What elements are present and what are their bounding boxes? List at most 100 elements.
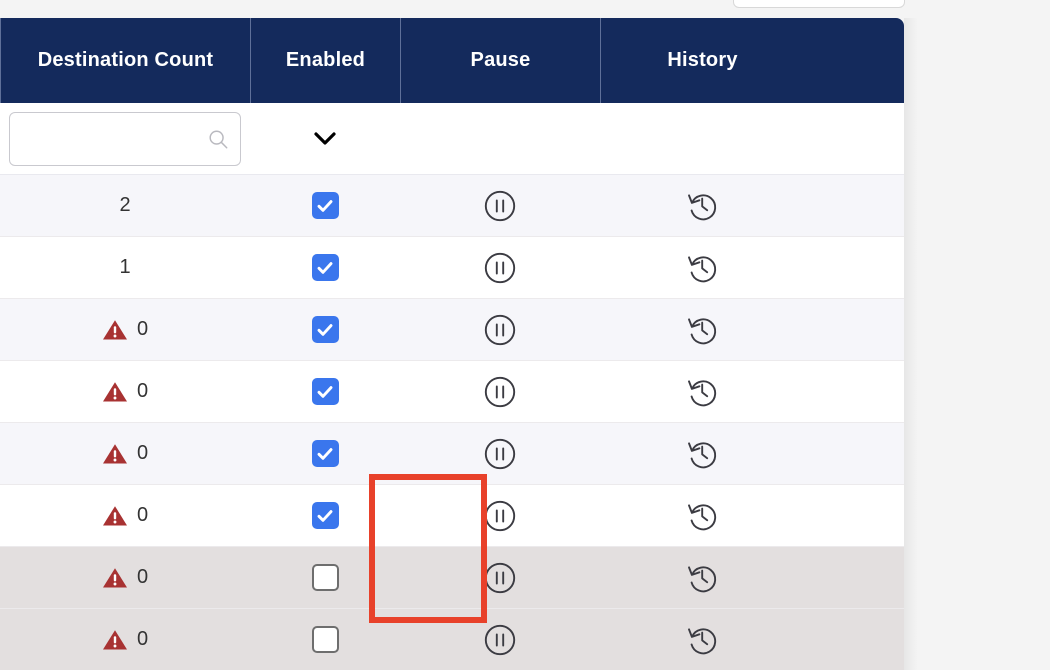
history-rewind-icon xyxy=(685,503,719,536)
table-filter-row xyxy=(0,103,904,175)
column-header-destination-count[interactable]: Destination Count xyxy=(0,18,250,103)
history-button[interactable] xyxy=(685,251,719,285)
destination-count-number: 0 xyxy=(136,504,149,526)
table-row[interactable]: s2 xyxy=(0,175,904,237)
destination-count-search-input[interactable] xyxy=(9,111,241,166)
cell-destination-count: 0 xyxy=(0,361,250,422)
destination-count-number: 0 xyxy=(136,442,149,464)
pause-button[interactable] xyxy=(483,437,517,471)
enabled-filter-dropdown-button[interactable] xyxy=(308,126,342,151)
column-header-pause[interactable]: Pause xyxy=(400,18,600,103)
app-root: Destination Count Enabled Pause History xyxy=(0,0,1050,670)
destination-count-value-wrapper: 0 xyxy=(102,566,148,590)
cell-enabled xyxy=(250,547,400,608)
cell-history xyxy=(600,361,804,422)
warning-triangle-icon xyxy=(102,566,128,590)
history-button[interactable] xyxy=(685,561,719,595)
pause-button[interactable] xyxy=(483,251,517,285)
pause-circle-icon xyxy=(483,314,517,350)
history-rewind-icon xyxy=(685,565,719,598)
table-row[interactable]: 0 xyxy=(0,423,904,485)
destination-count-value-wrapper: 0 xyxy=(102,504,148,528)
destination-count-value-wrapper: 0 xyxy=(102,380,148,404)
enabled-checkbox[interactable] xyxy=(311,626,339,653)
cell-history xyxy=(600,485,804,546)
pause-circle-icon xyxy=(483,376,517,412)
chevron-down-icon xyxy=(312,132,338,150)
destination-count-value-wrapper: 0 xyxy=(102,442,148,466)
history-rewind-icon xyxy=(685,379,719,412)
history-rewind-icon xyxy=(685,441,719,474)
cell-destination-count: 0 xyxy=(0,485,250,546)
table-row[interactable]: s 0 xyxy=(0,609,904,670)
enabled-checkbox[interactable] xyxy=(311,254,339,281)
routes-table-panel: Destination Count Enabled Pause History xyxy=(0,18,904,670)
enabled-checkbox[interactable] xyxy=(311,316,339,343)
filter-cell-destination-count xyxy=(0,103,250,174)
pause-button[interactable] xyxy=(483,189,517,223)
pause-button[interactable] xyxy=(483,623,517,657)
column-header-history[interactable]: History xyxy=(600,18,804,103)
enabled-checkbox[interactable] xyxy=(311,440,339,467)
destination-search-wrapper xyxy=(9,111,241,166)
cell-destination-count: 2 xyxy=(0,175,250,236)
cell-pause xyxy=(400,423,600,484)
enabled-checkbox[interactable] xyxy=(311,502,339,529)
warning-triangle-icon xyxy=(102,628,128,652)
history-button[interactable] xyxy=(685,313,719,347)
cell-destination-count: 0 xyxy=(0,547,250,608)
filter-cell-enabled xyxy=(250,103,400,174)
history-button[interactable] xyxy=(685,499,719,533)
cell-enabled xyxy=(250,299,400,360)
destination-count-number: 0 xyxy=(136,380,149,402)
destination-count-value-wrapper: 0 xyxy=(102,628,148,652)
pause-circle-icon xyxy=(483,252,517,288)
pause-button[interactable] xyxy=(483,375,517,409)
cell-destination-count: 0 xyxy=(0,609,250,670)
top-toolbar-control[interactable] xyxy=(733,0,905,8)
history-button[interactable] xyxy=(685,189,719,223)
table-body: s2 s1 s 0 0 0 0 s xyxy=(0,175,904,670)
table-row[interactable]: s1 xyxy=(0,237,904,299)
cell-enabled xyxy=(250,423,400,484)
table-row[interactable]: 0 xyxy=(0,361,904,423)
pause-button[interactable] xyxy=(483,313,517,347)
enabled-checkbox[interactable] xyxy=(311,192,339,219)
history-button[interactable] xyxy=(685,437,719,471)
destination-count-number: 0 xyxy=(136,628,149,650)
cell-history xyxy=(600,299,804,360)
enabled-checkbox[interactable] xyxy=(311,564,339,591)
enabled-checkbox[interactable] xyxy=(311,378,339,405)
cell-history xyxy=(600,423,804,484)
pause-circle-icon xyxy=(483,624,517,660)
table-row[interactable]: s 0 xyxy=(0,299,904,361)
history-rewind-icon xyxy=(685,193,719,226)
cell-history xyxy=(600,237,804,298)
warning-triangle-icon xyxy=(102,504,128,528)
destination-count-number: 0 xyxy=(136,318,149,340)
warning-triangle-icon xyxy=(102,442,128,466)
table-row[interactable]: s 0 xyxy=(0,547,904,609)
history-button[interactable] xyxy=(685,375,719,409)
history-rewind-icon xyxy=(685,627,719,660)
cell-destination-count: 1 xyxy=(0,237,250,298)
warning-triangle-icon xyxy=(102,318,128,342)
table-header-row: Destination Count Enabled Pause History xyxy=(0,18,904,103)
warning-triangle-icon xyxy=(102,380,128,404)
table-row[interactable]: 0 xyxy=(0,485,904,547)
column-header-enabled[interactable]: Enabled xyxy=(250,18,400,103)
history-button[interactable] xyxy=(685,623,719,657)
cell-enabled xyxy=(250,175,400,236)
cell-enabled xyxy=(250,609,400,670)
pause-circle-icon xyxy=(483,438,517,474)
history-rewind-icon xyxy=(685,317,719,350)
pause-button[interactable] xyxy=(483,561,517,595)
cell-enabled xyxy=(250,485,400,546)
pause-button[interactable] xyxy=(483,499,517,533)
filter-cell-history xyxy=(600,103,804,174)
destination-count-value-wrapper: 0 xyxy=(102,318,148,342)
pause-circle-icon xyxy=(483,562,517,598)
cell-history xyxy=(600,547,804,608)
cell-history xyxy=(600,175,804,236)
history-rewind-icon xyxy=(685,255,719,288)
